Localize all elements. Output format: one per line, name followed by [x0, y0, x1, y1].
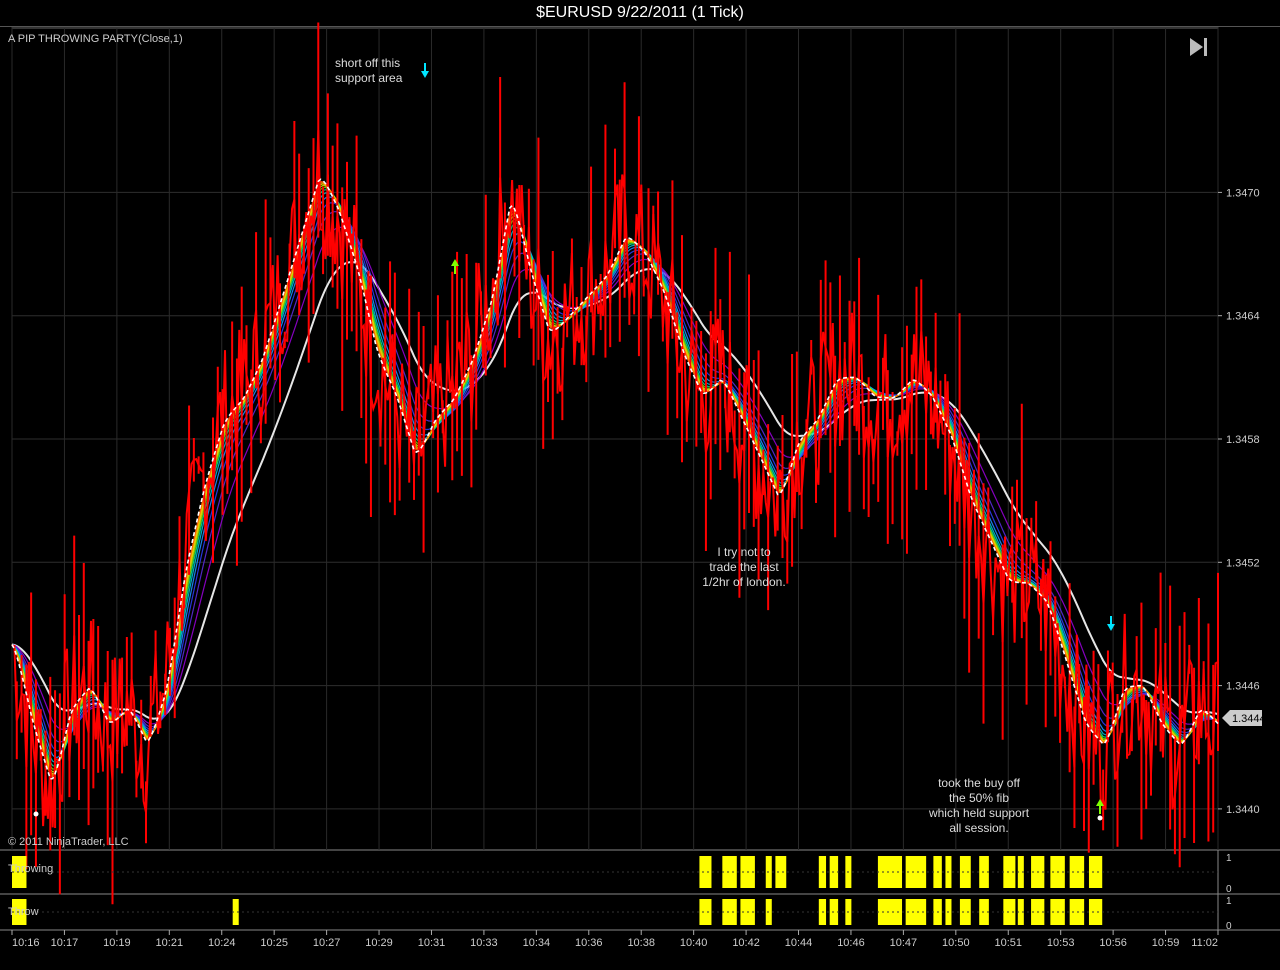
- scroll-to-end-icon[interactable]: [1190, 38, 1207, 56]
- annotation-short-line2: support area: [335, 71, 403, 85]
- throwing-signal-bar: [722, 856, 737, 888]
- y-tick-label: 1.3452: [1226, 557, 1260, 569]
- panel-throw-tick-1: 1: [1226, 896, 1232, 907]
- x-tick-label: 10:33: [470, 937, 498, 949]
- annotation-london-line3: 1/2hr of london.: [702, 575, 785, 589]
- signal-panels: [12, 856, 1218, 925]
- y-tick-label: 1.3470: [1226, 187, 1260, 199]
- x-tick-label: 10:36: [575, 937, 603, 949]
- price-chart: 1.3440 1.3446 1.3452 1.3458 1.3464 1.3470 10:…: [0, 22, 1280, 949]
- x-axis: 10:16 10:17 10:19 10:21 10:24 10:25 10:27 10:29…: [11, 930, 1219, 949]
- x-tick-label: 10:24: [208, 937, 236, 949]
- x-tick-label: 10:27: [313, 937, 341, 949]
- x-tick-label: 10:16: [12, 937, 40, 949]
- price-series: [11, 22, 1219, 905]
- annotation-london-line1: I try not to: [717, 545, 771, 559]
- indicator-label: A PIP THROWING PARTY(Close,1): [8, 33, 183, 45]
- sell-arrow-icon: [1107, 616, 1115, 631]
- x-tick-label: 10:56: [1099, 937, 1127, 949]
- x-tick-label: 10:59: [1152, 937, 1180, 949]
- annotation-buy-line2: the 50% fib: [949, 791, 1009, 805]
- annotation-buy-line1: took the buy off: [938, 776, 1021, 790]
- throwing-signal-bar: [959, 856, 971, 888]
- y-tick-label: 1.3440: [1226, 804, 1260, 816]
- panel-throw-tick-0: 0: [1226, 921, 1232, 932]
- last-price-marker: 1.3444: [1222, 710, 1266, 726]
- x-tick-label: 10:31: [418, 937, 446, 949]
- swing-low-dot: [33, 811, 39, 817]
- x-tick-label: 10:21: [156, 937, 184, 949]
- x-tick-label: 10:40: [680, 937, 708, 949]
- copyright-label: © 2011 NinjaTrader, LLC: [8, 836, 129, 848]
- y-tick-label: 1.3464: [1226, 311, 1260, 323]
- x-tick-label: 10:44: [785, 937, 813, 949]
- panel-throwing-tick-0: 0: [1226, 884, 1232, 895]
- annotation-buy-line4: all session.: [949, 821, 1008, 835]
- x-tick-label: 10:47: [890, 937, 918, 949]
- throwing-signal-bar: [699, 856, 712, 888]
- x-tick-label: 10:17: [51, 937, 79, 949]
- annotation-short-line1: short off this: [335, 56, 400, 70]
- y-tick-label: 1.3446: [1226, 681, 1260, 693]
- panel-throw-label: Throw: [8, 906, 39, 918]
- x-tick-label: 10:34: [523, 937, 551, 949]
- x-tick-label: 10:38: [627, 937, 655, 949]
- last-price-label: 1.3444: [1232, 713, 1266, 725]
- x-tick-label: 10:25: [260, 937, 288, 949]
- throw-signal-bar: [959, 899, 971, 925]
- y-tick-label: 1.3458: [1226, 434, 1260, 446]
- ma-line: [11, 261, 1219, 720]
- annotation-london-line2: trade the last: [709, 560, 779, 574]
- panel-throwing-label: Throwing: [8, 863, 53, 875]
- x-tick-label: 10:29: [365, 937, 393, 949]
- panel-throwing-tick-1: 1: [1226, 853, 1232, 864]
- x-tick-label: 10:19: [103, 937, 131, 949]
- annotation-buy-line3: which held support: [928, 806, 1030, 820]
- throwing-signal-bar: [1088, 856, 1103, 888]
- throw-signal-bar: [1088, 899, 1103, 925]
- sell-arrow-icon: [421, 63, 429, 78]
- x-tick-label: 10:51: [994, 937, 1022, 949]
- overlay: [33, 63, 1115, 821]
- x-tick-label: 10:42: [732, 937, 760, 949]
- throw-signal-bar: [699, 899, 712, 925]
- throw-signal-bar: [1069, 899, 1085, 925]
- x-tick-label: 10:46: [837, 937, 865, 949]
- x-tick-label: 11:02: [1191, 937, 1218, 949]
- swing-low-dot: [1097, 815, 1103, 821]
- throw-signal-bar: [722, 899, 737, 925]
- x-tick-label: 10:53: [1047, 937, 1075, 949]
- x-tick-label: 10:50: [942, 937, 970, 949]
- throwing-signal-bar: [1069, 856, 1085, 888]
